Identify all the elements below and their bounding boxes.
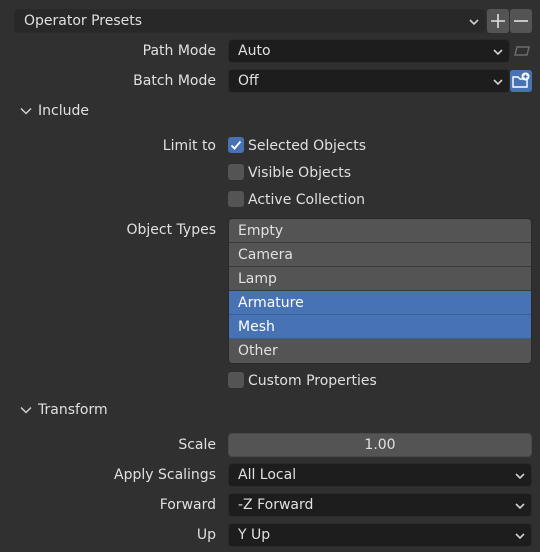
checkbox-selected-objects[interactable]: Selected Objects xyxy=(228,135,366,157)
add-preset-button[interactable] xyxy=(487,9,509,33)
checkbox-box[interactable] xyxy=(228,191,244,207)
batch-mode-dropdown[interactable]: Off xyxy=(228,69,510,93)
checkbox-box[interactable] xyxy=(228,372,244,388)
checkbox-box[interactable] xyxy=(228,164,244,180)
include-section-header[interactable]: Include xyxy=(20,97,520,125)
forward-axis-value: -Z Forward xyxy=(238,497,314,513)
forward-axis-dropdown[interactable]: -Z Forward xyxy=(228,493,532,517)
embed-textures-toggle[interactable] xyxy=(512,41,534,61)
checkbox-box[interactable] xyxy=(228,137,244,153)
chevron-down-icon xyxy=(20,406,32,414)
object-type-armature[interactable]: Armature xyxy=(229,291,531,315)
object-type-other[interactable]: Other xyxy=(229,339,531,363)
scale-number-field[interactable]: 1.00 xyxy=(228,433,532,457)
transform-section-header[interactable]: Transform xyxy=(20,396,520,424)
chevron-down-icon xyxy=(515,473,525,480)
up-label: Up xyxy=(196,527,216,543)
embed-icon xyxy=(514,46,530,56)
object-types-label: Object Types xyxy=(126,222,217,238)
checkbox-label: Custom Properties xyxy=(248,373,377,389)
checkbox-label: Active Collection xyxy=(248,192,366,208)
apply-scalings-dropdown[interactable]: All Local xyxy=(228,463,532,487)
up-axis-dropdown[interactable]: Y Up xyxy=(228,523,532,547)
chevron-down-icon xyxy=(20,107,32,115)
checkbox-label: Visible Objects xyxy=(248,165,352,181)
object-type-mesh[interactable]: Mesh xyxy=(229,315,531,339)
object-type-camera[interactable]: Camera xyxy=(229,243,531,267)
plus-icon xyxy=(491,14,505,28)
batch-mode-value: Off xyxy=(238,73,259,89)
remove-preset-button[interactable] xyxy=(510,9,532,33)
chevron-down-icon xyxy=(469,19,479,26)
object-types-list: Empty Camera Lamp Armature Mesh Other xyxy=(228,218,532,364)
checkbox-active-collection[interactable]: Active Collection xyxy=(228,189,365,211)
batch-mode-label: Batch Mode xyxy=(133,73,216,89)
chevron-down-icon xyxy=(493,79,503,86)
checkbox-label: Selected Objects xyxy=(248,138,367,154)
checkbox-visible-objects[interactable]: Visible Objects xyxy=(228,162,351,184)
path-mode-value: Auto xyxy=(238,43,271,59)
operator-presets-label: Operator Presets xyxy=(24,13,143,29)
apply-scalings-value: All Local xyxy=(238,467,297,483)
checkmark-icon xyxy=(230,140,242,150)
new-folder-icon xyxy=(512,72,530,88)
path-mode-dropdown[interactable]: Auto xyxy=(228,39,510,63)
up-axis-value: Y Up xyxy=(238,527,271,543)
object-type-empty[interactable]: Empty xyxy=(229,219,531,243)
chevron-down-icon xyxy=(515,503,525,510)
scale-label: Scale xyxy=(178,437,216,453)
forward-label: Forward xyxy=(159,497,216,513)
batch-own-dir-toggle[interactable] xyxy=(510,70,532,92)
apply-scalings-label: Apply Scalings xyxy=(114,467,216,483)
operator-presets-dropdown[interactable]: Operator Presets xyxy=(14,9,486,33)
transform-section-title: Transform xyxy=(38,402,108,418)
scale-value: 1.00 xyxy=(364,437,396,453)
checkbox-custom-properties[interactable]: Custom Properties xyxy=(228,370,377,392)
path-mode-label: Path Mode xyxy=(142,43,216,59)
chevron-down-icon xyxy=(515,533,525,540)
chevron-down-icon xyxy=(493,49,503,56)
include-section-title: Include xyxy=(38,103,89,119)
limit-to-label: Limit to xyxy=(162,138,216,154)
object-type-lamp[interactable]: Lamp xyxy=(229,267,531,291)
minus-icon xyxy=(514,20,528,22)
export-operator-panel: { "presets": { "label": "Operator Preset… xyxy=(0,0,540,552)
